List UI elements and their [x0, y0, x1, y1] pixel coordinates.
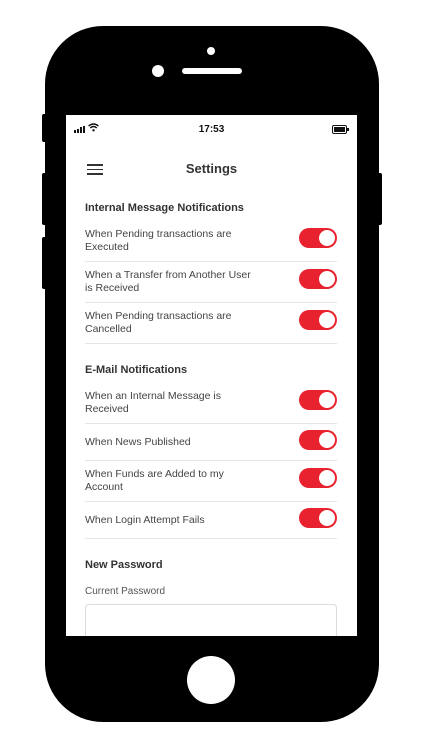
toggle-knob [319, 392, 335, 408]
toggle-knob [319, 470, 335, 486]
setting-label: When News Published [85, 436, 191, 448]
toggle-switch[interactable] [299, 310, 337, 330]
screen: 17:53 Settings Internal Message Notifica… [66, 115, 357, 636]
earpiece-speaker [182, 68, 242, 74]
setting-row: When Pending transactions are Executed [85, 221, 337, 262]
setting-label: When an Internal Message is Received [85, 390, 221, 415]
section-title-email: E-Mail Notifications [85, 364, 188, 376]
setting-row: When Pending transactions are Cancelled [85, 303, 337, 344]
volume-down-button [42, 237, 47, 289]
toggle-knob [319, 432, 335, 448]
volume-up-button [42, 173, 47, 225]
toggle-switch[interactable] [299, 468, 337, 488]
setting-label: When Pending transactions are Executed [85, 228, 232, 253]
setting-label: When Pending transactions are Cancelled [85, 310, 232, 335]
toggle-switch[interactable] [299, 508, 337, 528]
power-button [377, 173, 382, 225]
toggle-switch[interactable] [299, 390, 337, 410]
status-time: 17:53 [198, 124, 225, 135]
toggle-switch[interactable] [299, 269, 337, 289]
status-bar: 17:53 [66, 115, 357, 143]
battery-icon [332, 125, 349, 134]
setting-label: When Funds are Added to my Account [85, 468, 224, 493]
setting-row: When Login Attempt Fails [85, 502, 337, 539]
toggle-switch[interactable] [299, 430, 337, 450]
toggle-knob [319, 312, 335, 328]
current-password-label: Current Password [85, 586, 166, 597]
section-title-password: New Password [85, 559, 163, 571]
current-password-input[interactable] [85, 604, 337, 636]
section-title-internal: Internal Message Notifications [85, 202, 244, 214]
toggle-knob [319, 230, 335, 246]
toggle-knob [319, 510, 335, 526]
setting-row: When a Transfer from Another User is Rec… [85, 262, 337, 303]
setting-row: When an Internal Message is Received [85, 383, 337, 424]
page-title: Settings [185, 161, 238, 176]
setting-label: When a Transfer from Another User is Rec… [85, 269, 251, 294]
home-button[interactable] [187, 656, 235, 704]
sensor-dot [207, 47, 215, 55]
toggle-knob [319, 271, 335, 287]
toggle-switch[interactable] [299, 228, 337, 248]
front-camera [152, 65, 164, 77]
setting-row: When Funds are Added to my Account [85, 461, 337, 502]
setting-label: When Login Attempt Fails [85, 514, 205, 526]
app-header: Settings [66, 151, 357, 185]
mute-switch [42, 114, 47, 142]
setting-row: When News Published [85, 424, 337, 461]
